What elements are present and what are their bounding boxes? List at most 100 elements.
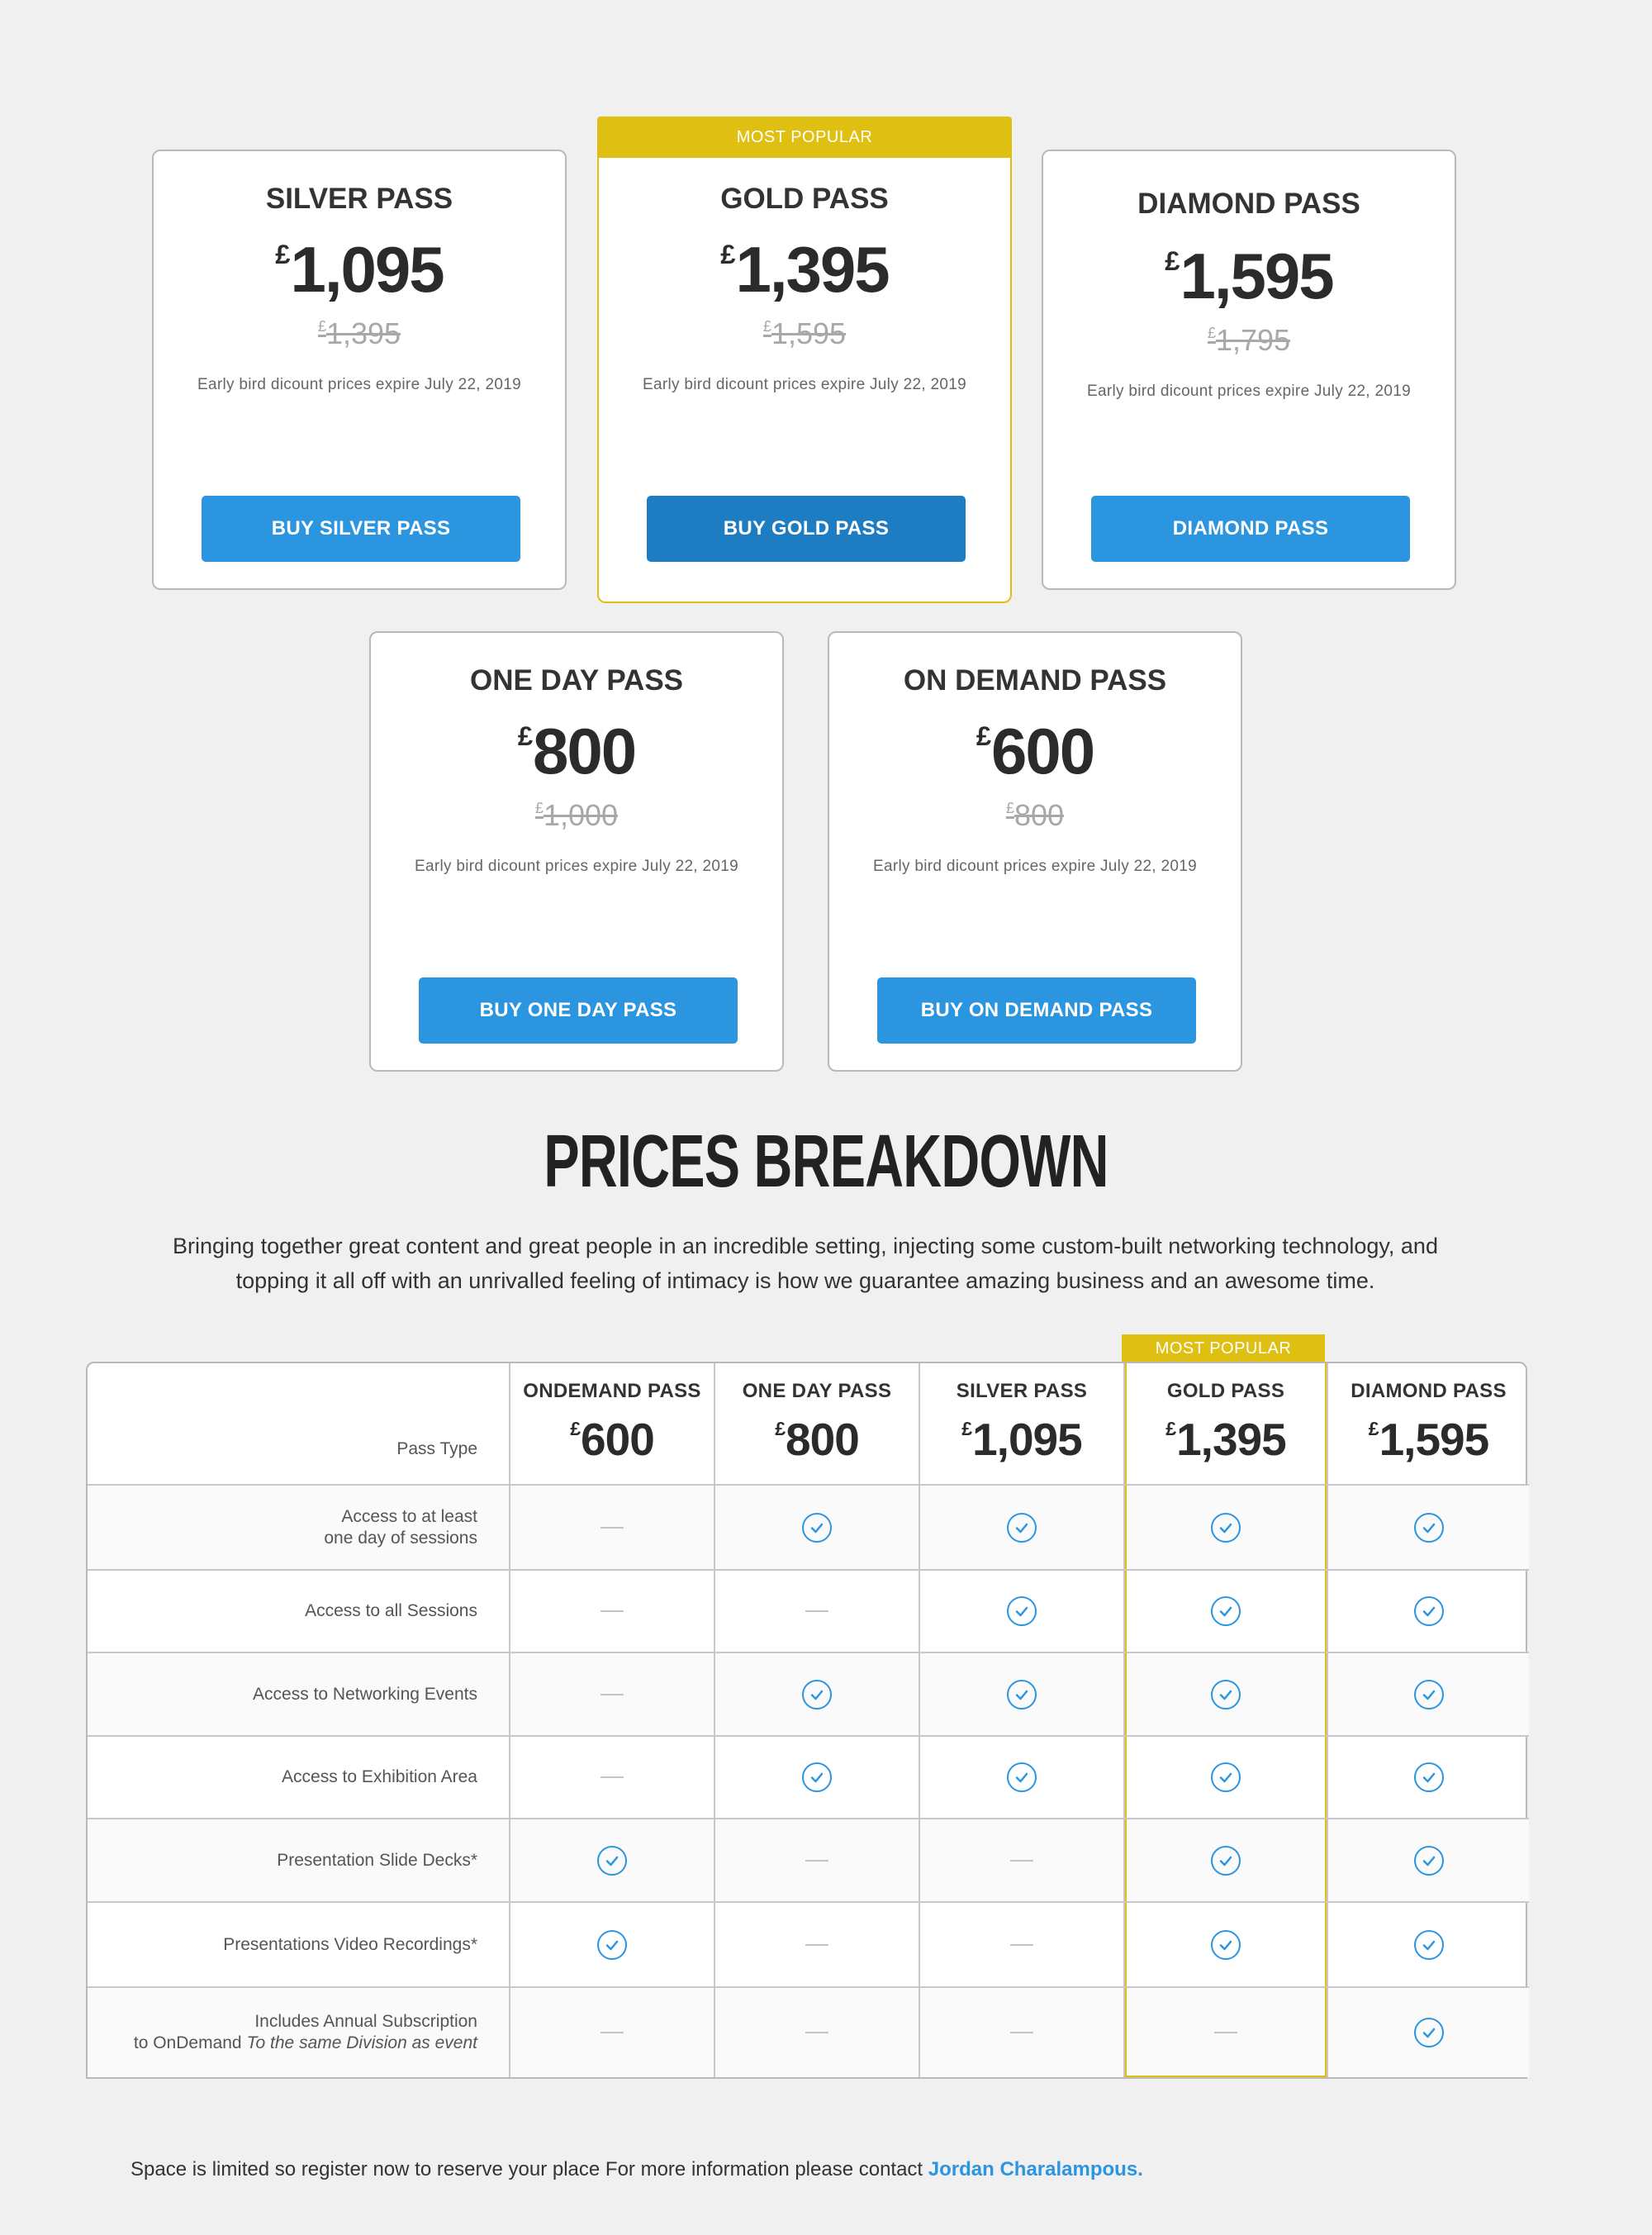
feature-cell [1328, 1737, 1529, 1819]
feature-cell [920, 1486, 1125, 1571]
most-popular-badge: MOST POPULAR [1122, 1334, 1325, 1362]
check-icon [1211, 1512, 1241, 1543]
feature-cell [510, 1988, 715, 2077]
currency-symbol: £ [1165, 1417, 1177, 1439]
buy-silver-pass-button[interactable]: BUY SILVER PASS [202, 496, 520, 562]
feature-cell [920, 1571, 1125, 1653]
check-icon [597, 1845, 627, 1876]
price-value: 1,395 [735, 233, 890, 306]
footer-note: Space is limited so register now to rese… [131, 2158, 1143, 2181]
feature-label-text: Access to at least one day of sessions [324, 1506, 477, 1549]
feature-cell [510, 1653, 715, 1737]
pass-type-header: Pass Type [88, 1363, 510, 1486]
feature-cell [1125, 1903, 1328, 1988]
feature-cell [1125, 1737, 1328, 1819]
pass-type-label: Pass Type [396, 1439, 477, 1458]
feature-label-line: Presentations Video Recordings* [223, 1934, 477, 1954]
buy-on-demand-pass-button[interactable]: BUY ON DEMAND PASS [877, 977, 1196, 1044]
column-name: SILVER PASS [956, 1380, 1088, 1402]
column-header-ondemand: ONDEMAND PASS £600 [510, 1363, 715, 1486]
buy-gold-pass-button[interactable]: BUY GOLD PASS [647, 496, 966, 562]
currency-symbol: £ [1368, 1417, 1379, 1439]
card-price: £1,595 [1043, 239, 1455, 314]
feature-cell [920, 1988, 1125, 2077]
dash-icon [805, 1610, 828, 1612]
feature-label: Presentation Slide Decks* [88, 1819, 510, 1903]
card-price: £1,395 [599, 232, 1010, 307]
feature-cell [1328, 1571, 1529, 1653]
early-bird-note: Early bird dicount prices expire July 22… [873, 858, 1197, 875]
old-price: £800 [829, 798, 1241, 833]
feature-label-line: Access to Exhibition Area [282, 1767, 477, 1786]
feature-cell [715, 1903, 920, 1988]
dash-icon [1010, 1943, 1033, 1946]
check-icon [1413, 1762, 1444, 1792]
old-price: £1,000 [371, 798, 782, 833]
feature-cell [510, 1737, 715, 1819]
currency-symbol: £ [1005, 799, 1014, 816]
feature-label: Includes Annual Subscription to OnDemand T… [88, 1988, 510, 2077]
column-price: £600 [570, 1413, 655, 1466]
feature-cell [920, 1737, 1125, 1819]
feature-cell [1328, 1486, 1529, 1571]
column-price: £800 [775, 1413, 860, 1466]
feature-cell [1125, 1486, 1328, 1571]
feature-cell [715, 1737, 920, 1819]
dash-icon [1010, 2032, 1033, 2033]
column-price: £1,095 [961, 1413, 1082, 1466]
check-icon [1007, 1762, 1037, 1792]
diamond-pass-card: DIAMOND PASS £1,595 £1,795 Early bird di… [1042, 150, 1456, 590]
column-header-gold: GOLD PASS £1,395 [1125, 1363, 1328, 1486]
buy-diamond-pass-button[interactable]: DIAMOND PASS [1091, 496, 1410, 562]
check-icon [1413, 2018, 1444, 2047]
currency-symbol: £ [517, 720, 534, 752]
currency-symbol: £ [570, 1417, 582, 1439]
column-name: ONDEMAND PASS [523, 1380, 701, 1402]
feature-label: Access to Exhibition Area [88, 1737, 510, 1819]
old-price-value: 1,795 [1215, 323, 1291, 357]
column-header-silver: SILVER PASS £1,095 [920, 1363, 1125, 1486]
feature-label: Presentations Video Recordings* [88, 1903, 510, 1988]
dash-icon [805, 1859, 828, 1862]
price-value: 600 [991, 715, 1095, 787]
card-title: ONE DAY PASS [469, 664, 684, 697]
old-price-value: 1,000 [543, 798, 619, 832]
check-icon [1413, 1512, 1444, 1543]
card-title: ON DEMAND PASS [903, 664, 1167, 697]
check-icon [1413, 1679, 1444, 1710]
check-icon [1211, 1679, 1241, 1710]
check-icon [1211, 1762, 1241, 1792]
contact-link[interactable]: Jordan Charalampous. [928, 2158, 1143, 2180]
feature-label-italic: To the same Division as event [246, 2033, 477, 2052]
feature-cell [1125, 1571, 1328, 1653]
feature-cell [510, 1903, 715, 1988]
feature-cell [1328, 1903, 1529, 1988]
dash-icon [601, 1610, 624, 1612]
on-demand-pass-card: ON DEMAND PASS £600 £800 Early bird dico… [828, 631, 1242, 1072]
comparison-grid: Pass Type ONDEMAND PASS £600 ONE DAY PAS… [88, 1363, 1529, 2077]
comparison-table: Pass Type ONDEMAND PASS £600 ONE DAY PAS… [86, 1362, 1529, 2079]
check-icon [1413, 1845, 1444, 1876]
section-title: PRICES BREAKDOWN [544, 1120, 1108, 1203]
card-title: SILVER PASS [265, 183, 453, 215]
buy-one-day-pass-button[interactable]: BUY ONE DAY PASS [419, 977, 738, 1044]
old-price-value: 800 [1014, 798, 1065, 832]
card-price: £600 [829, 714, 1241, 789]
feature-label-text-part: to OnDemand [133, 2033, 242, 2052]
column-price: £1,595 [1368, 1413, 1489, 1466]
price-value: 1,095 [290, 233, 445, 306]
feature-cell [1328, 1653, 1529, 1737]
feature-cell [510, 1819, 715, 1903]
most-popular-badge: MOST POPULAR [597, 117, 1012, 158]
feature-label-text: Access to Exhibition Area [282, 1767, 477, 1788]
feature-cell [1328, 1819, 1529, 1903]
feature-label: Access to all Sessions [88, 1571, 510, 1653]
dash-icon [1214, 2032, 1237, 2033]
old-price-value: 1,595 [771, 316, 847, 350]
feature-cell [920, 1819, 1125, 1903]
price-value: 1,395 [1176, 1414, 1287, 1465]
feature-cell [1125, 1819, 1328, 1903]
check-icon [1007, 1596, 1037, 1626]
feature-label-line: Presentation Slide Decks* [277, 1850, 477, 1870]
silver-pass-card: SILVER PASS £1,095 £1,395 Early bird dic… [152, 150, 567, 590]
